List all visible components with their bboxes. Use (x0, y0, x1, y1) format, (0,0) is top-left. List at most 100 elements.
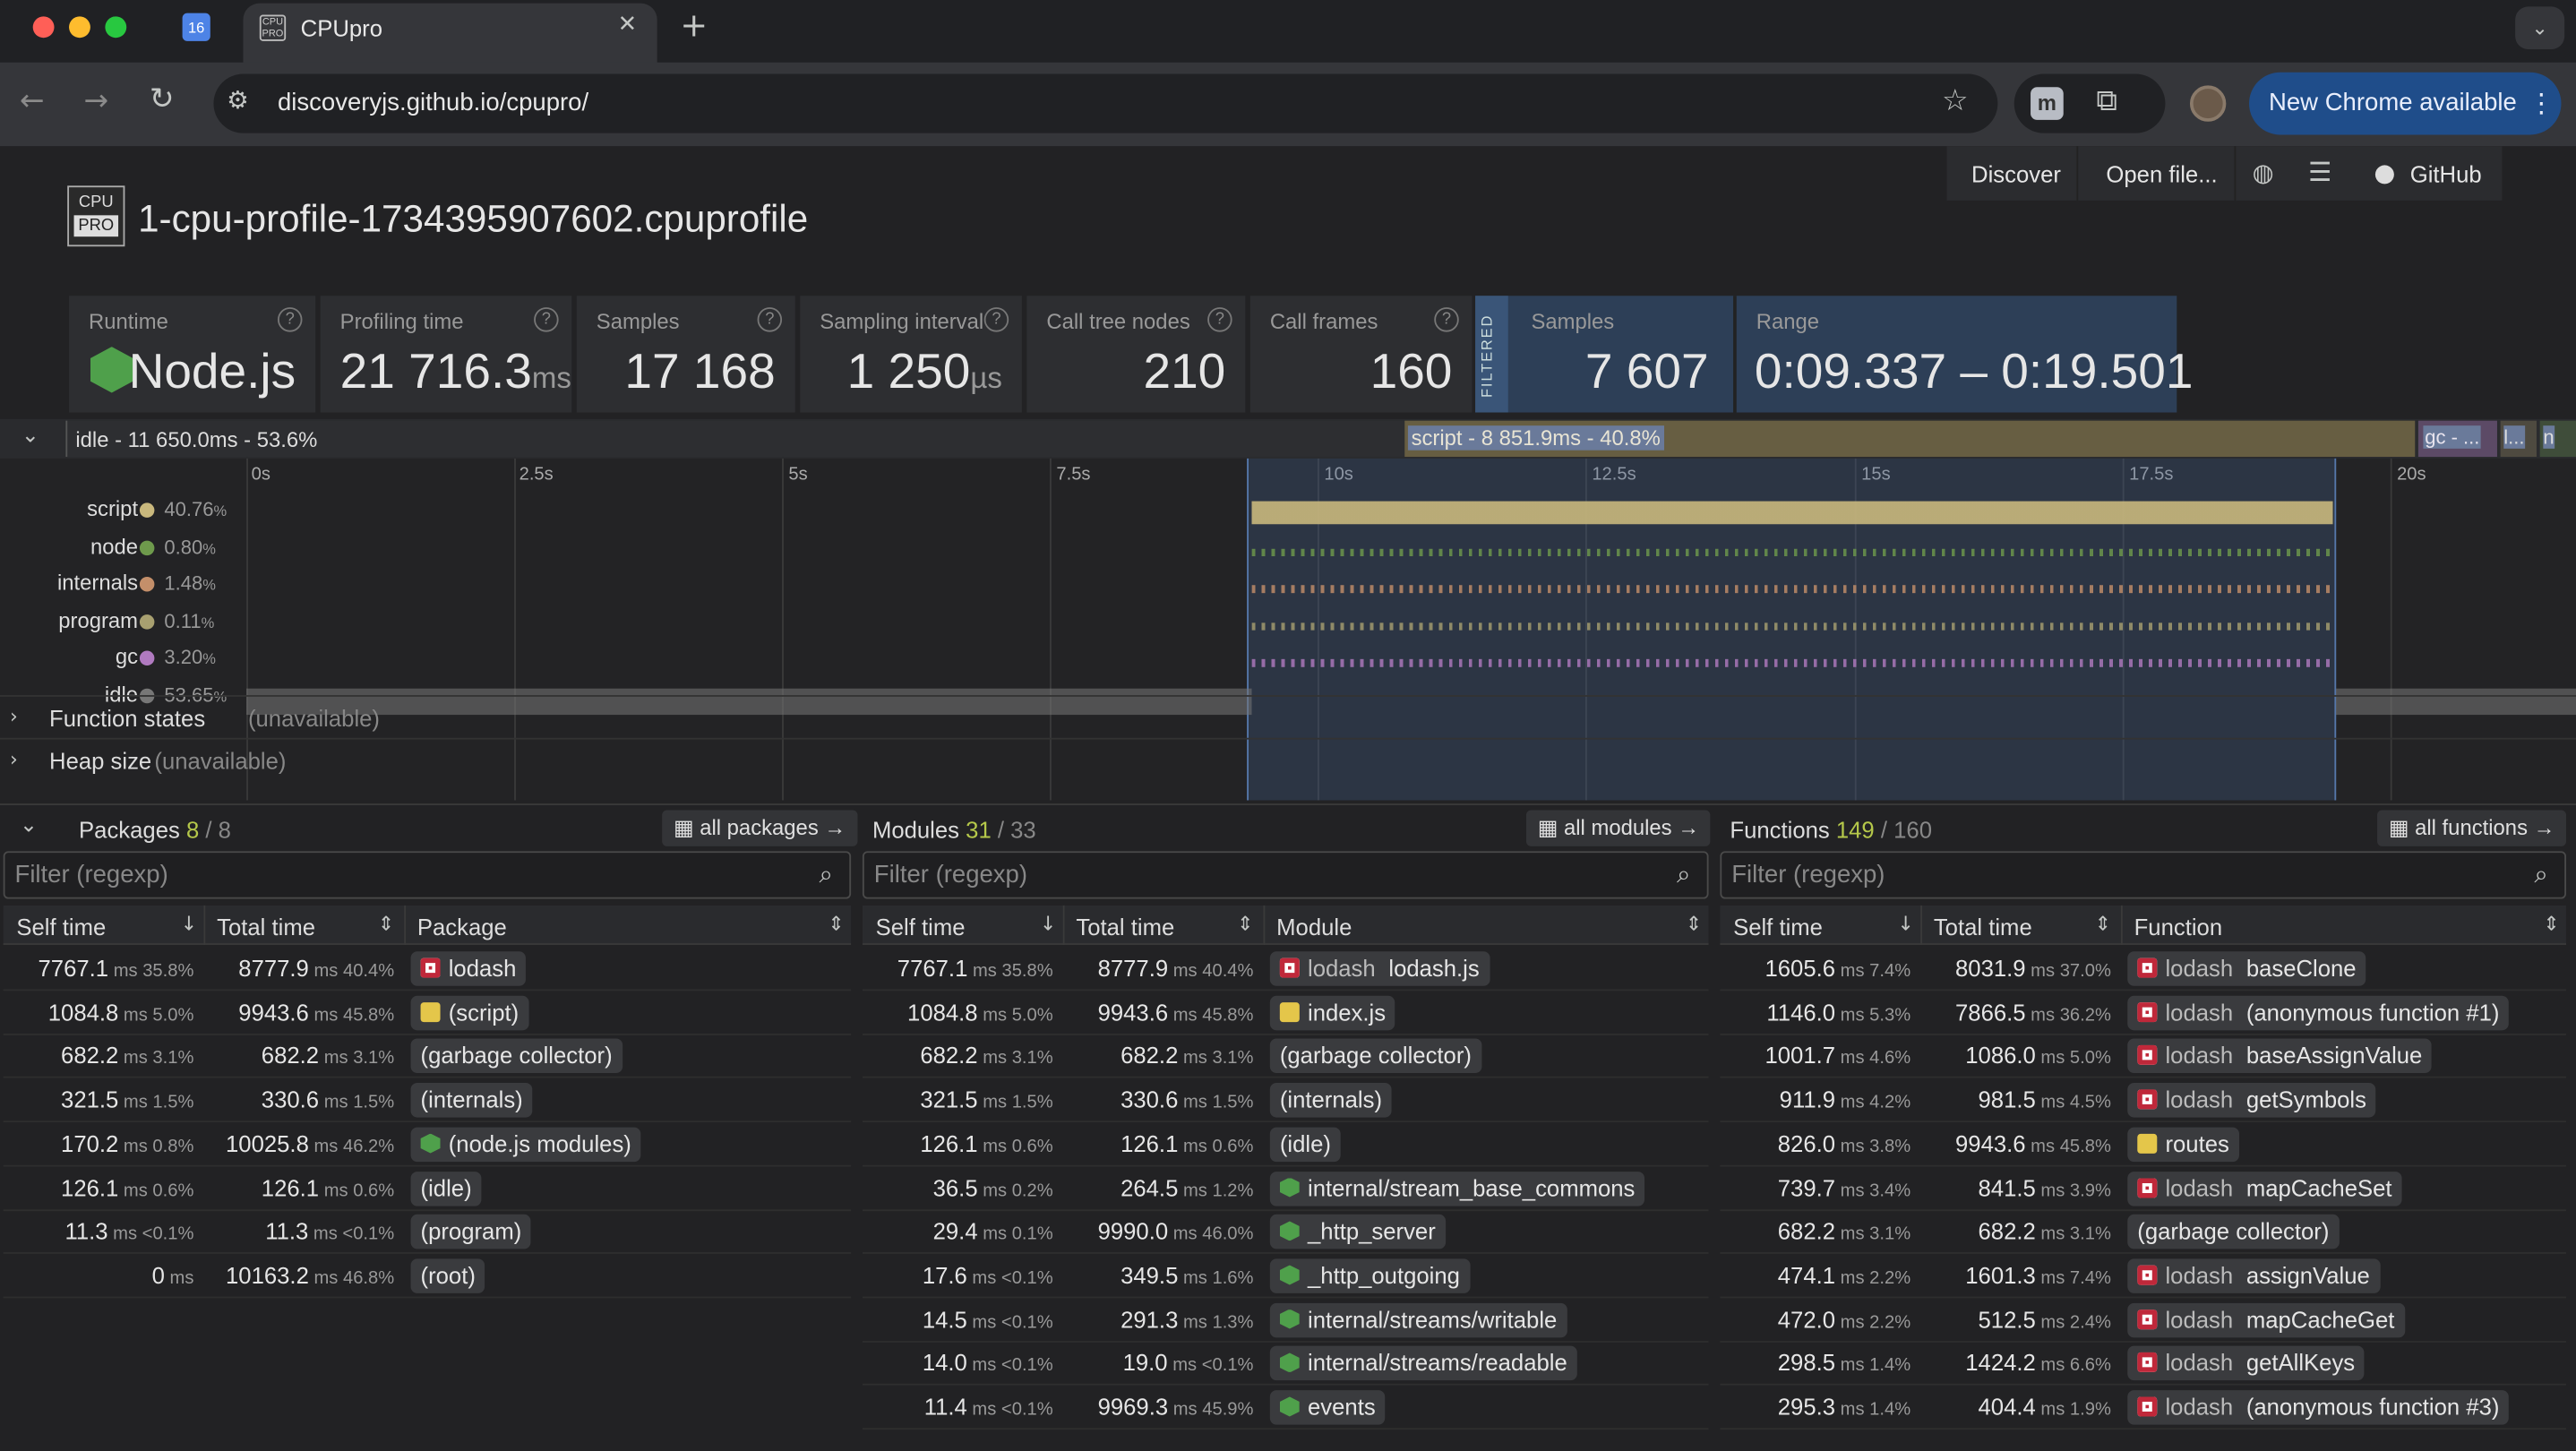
entry-name[interactable]: (garbage collector) (1269, 1039, 1481, 1074)
close-tab-icon[interactable]: ✕ (618, 12, 638, 38)
table-row[interactable]: 14.0 ms <0.1% 19.0 ms <0.1% internal/strea… (862, 1342, 1709, 1387)
column-header[interactable]: Module (1276, 914, 1352, 940)
node-segment[interactable]: n (2539, 420, 2576, 458)
entry-name[interactable]: (garbage collector) (410, 1039, 623, 1074)
table-row[interactable]: 321.5 ms 1.5% 330.6 ms 1.5% (internals) (862, 1078, 1709, 1123)
entry-name[interactable]: lodash (anonymous function #1) (2127, 995, 2510, 1030)
back-icon[interactable]: ← (20, 84, 45, 119)
entry-name[interactable]: internal/stream_base_commons (1269, 1171, 1645, 1206)
track-internals[interactable]: internals 1.48% (0, 571, 246, 604)
profile-avatar[interactable] (2189, 85, 2227, 122)
entry-name[interactable]: (root) (410, 1258, 485, 1293)
address-bar[interactable]: ⚙ discoveryjs.github.io/cpupro/ ☆ (213, 73, 1998, 133)
tab-search-button[interactable]: ⌄ (2515, 6, 2565, 50)
entry-name[interactable]: _http_outgoing (1269, 1258, 1470, 1293)
sort-icon[interactable]: ⇕ (378, 912, 394, 935)
puzzle-extension-icon[interactable]: ⧉ (2096, 84, 2117, 119)
help-icon[interactable]: ? (1207, 307, 1232, 332)
table-row[interactable]: 7767.1 ms 35.8% 8777.9 ms 40.4% lodash loda… (862, 947, 1709, 992)
table-row[interactable]: 0 ms 10163.2 ms 46.8% (root) (3, 1254, 852, 1299)
table-row[interactable]: 298.5 ms 1.4% 1424.2 ms 6.6% lodash getAllK… (1720, 1342, 2566, 1387)
script-segment[interactable]: script - 8 851.9ms - 40.8% (1404, 420, 2416, 458)
collapse-panels-icon[interactable]: ⌄ (20, 813, 38, 838)
table-row[interactable]: 1605.6 ms 7.4% 8031.9 ms 37.0% lodash baseC… (1720, 947, 2566, 992)
entry-name[interactable]: lodash baseAssignValue (2127, 1039, 2433, 1074)
table-row[interactable]: 126.1 ms 0.6% 126.1 ms 0.6% (idle) (862, 1122, 1709, 1167)
help-icon[interactable]: ? (277, 307, 303, 332)
table-row[interactable]: 682.2 ms 3.1% 682.2 ms 3.1% (garbage colle… (3, 1035, 852, 1079)
column-header[interactable]: Total time (217, 914, 315, 940)
sort-icon[interactable]: ⇕ (828, 912, 844, 935)
reload-icon[interactable]: ↻ (150, 82, 175, 117)
table-row[interactable]: 11.4 ms <0.1% 9969.3 ms 45.9% events (862, 1386, 1709, 1430)
table-row[interactable]: 295.3 ms 1.4% 404.4 ms 1.9% lodash (anonymo… (1720, 1386, 2566, 1430)
entry-name[interactable]: (idle) (1269, 1127, 1341, 1162)
table-row[interactable]: 826.0 ms 3.8% 9943.6 ms 45.8% routes (1720, 1122, 2566, 1167)
extension-m-icon[interactable]: m (2031, 87, 2064, 120)
track-gc[interactable]: gc 3.20% (0, 644, 246, 677)
entry-name[interactable]: lodash (anonymous function #3) (2127, 1390, 2510, 1425)
table-row[interactable]: 1084.8 ms 5.0% 9943.6 ms 45.8% (script) (3, 991, 852, 1035)
functions-filter-input[interactable]: Filter (regexp) ⌕ (1720, 851, 2566, 899)
heap-size-row[interactable]: › Heap size (unavailable) (0, 737, 2576, 781)
active-tab[interactable]: CPU PRO CPUpro ✕ (243, 3, 657, 66)
sort-desc-icon[interactable]: ↓ (1897, 912, 1913, 935)
column-header[interactable]: Total time (1076, 914, 1174, 940)
help-icon[interactable]: ? (1434, 307, 1459, 332)
entry-name[interactable]: _http_server (1269, 1215, 1446, 1249)
entry-name[interactable]: (internals) (410, 1083, 533, 1118)
new-tab-icon[interactable]: + (680, 5, 708, 45)
theme-toggle-icon[interactable]: ◍ (2253, 158, 2274, 187)
gc-segment[interactable]: gc - ... (2417, 420, 2497, 458)
table-row[interactable]: 1001.7 ms 4.6% 1086.0 ms 5.0% lodash baseAs… (1720, 1035, 2566, 1079)
menu-icon[interactable]: ☰ (2308, 156, 2331, 187)
help-icon[interactable]: ? (757, 307, 783, 332)
column-header[interactable]: Function (2134, 914, 2223, 940)
entry-name[interactable]: lodash assignValue (2127, 1258, 2380, 1293)
table-row[interactable]: 11.3 ms <0.1% 11.3 ms <0.1% (program) (3, 1210, 852, 1255)
column-header[interactable]: Total time (1934, 914, 2032, 940)
sort-icon[interactable]: ⇕ (1237, 912, 1253, 935)
table-row[interactable]: 682.2 ms 3.1% 682.2 ms 3.1% (garbage colle… (1720, 1210, 2566, 1255)
table-row[interactable]: 472.0 ms 2.2% 512.5 ms 2.4% lodash mapCache… (1720, 1298, 2566, 1343)
sort-icon[interactable]: ⇕ (1686, 912, 1702, 935)
entry-name[interactable]: internal/streams/writable (1269, 1302, 1567, 1337)
column-header[interactable]: Package (417, 914, 507, 940)
collapse-timeline-icon[interactable]: ⌄ (21, 424, 39, 449)
track-program[interactable]: program 0.11% (0, 607, 246, 640)
entry-name[interactable]: (garbage collector) (2127, 1215, 2340, 1249)
modules-filter-input[interactable]: Filter (regexp) ⌕ (862, 851, 1709, 899)
table-row[interactable]: 126.1 ms 0.6% 126.1 ms 0.6% (idle) (3, 1166, 852, 1211)
entry-name[interactable]: lodash mapCacheGet (2127, 1302, 2405, 1337)
table-row[interactable]: 911.9 ms 4.2% 981.5 ms 4.5% lodash getSymbo… (1720, 1078, 2566, 1123)
calendar-tab-icon[interactable]: 16 (182, 13, 210, 41)
forward-icon[interactable]: → (84, 84, 109, 119)
all-functions-button[interactable]: ▦ all functions → (2377, 810, 2567, 846)
function-states-row[interactable]: › Function states (unavailable) (0, 695, 2576, 738)
sort-desc-icon[interactable]: ↓ (1040, 912, 1056, 935)
table-row[interactable]: 170.2 ms 0.8% 10025.8 ms 46.2% (node.js mo… (3, 1122, 852, 1167)
entry-name[interactable]: events (1269, 1390, 1386, 1425)
maximize-window-icon[interactable] (105, 16, 127, 39)
column-header[interactable]: Self time (1733, 914, 1823, 940)
expand-icon[interactable]: › (10, 705, 18, 728)
entry-name[interactable]: lodash (410, 951, 527, 986)
packages-filter-input[interactable]: Filter (regexp) ⌕ (3, 851, 852, 899)
table-row[interactable]: 474.1 ms 2.2% 1601.3 ms 7.4% lodash assignV… (1720, 1254, 2566, 1299)
table-row[interactable]: 7767.1 ms 35.8% 8777.9 ms 40.4% lodash (3, 947, 852, 992)
entry-name[interactable]: index.js (1269, 995, 1396, 1030)
table-row[interactable]: 739.7 ms 3.4% 841.5 ms 3.9% lodash mapCache… (1720, 1166, 2566, 1211)
help-icon[interactable]: ? (983, 307, 1009, 332)
entry-name[interactable]: (idle) (410, 1171, 482, 1206)
sort-desc-icon[interactable]: ↓ (181, 912, 197, 935)
entry-name[interactable]: lodash lodash.js (1269, 951, 1490, 986)
table-row[interactable]: 682.2 ms 3.1% 682.2 ms 3.1% (garbage colle… (862, 1035, 1709, 1079)
table-row[interactable]: 1084.8 ms 5.0% 9943.6 ms 45.8% index.js (862, 991, 1709, 1035)
new-chrome-available-button[interactable]: New Chrome available ⋮ (2248, 72, 2562, 135)
github-link[interactable]: GitHub (2410, 161, 2482, 187)
table-row[interactable]: 14.5 ms <0.1% 291.3 ms 1.3% internal/strea… (862, 1298, 1709, 1343)
site-settings-icon[interactable]: ⚙ (227, 85, 249, 115)
column-header[interactable]: Self time (16, 914, 106, 940)
internals-segment[interactable]: l... (2500, 420, 2537, 458)
all-modules-button[interactable]: ▦ all modules → (1525, 810, 1711, 846)
